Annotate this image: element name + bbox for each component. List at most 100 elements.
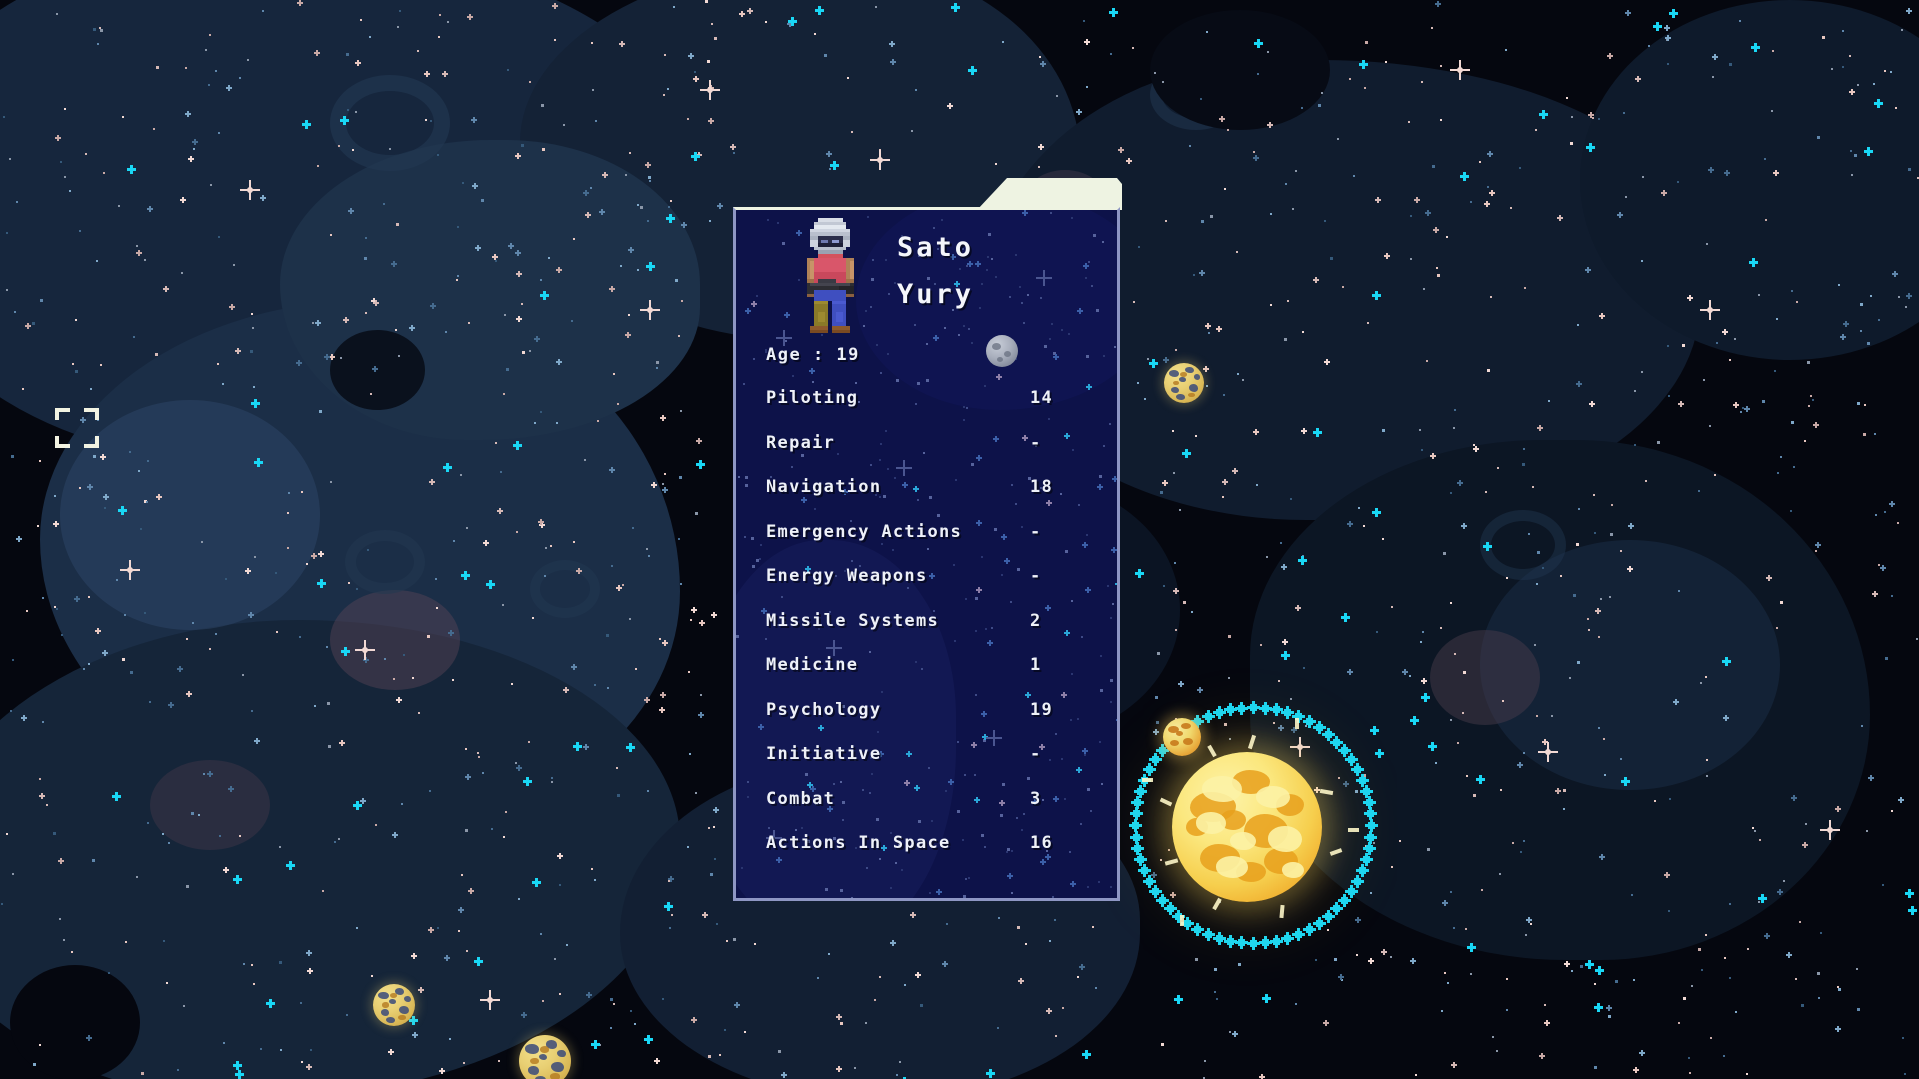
- star: [1384, 253, 1390, 259]
- star: [515, 153, 521, 159]
- star: [1897, 522, 1899, 524]
- star: [1840, 334, 1846, 340]
- star: [1157, 652, 1160, 655]
- star: [1315, 959, 1317, 961]
- star: [458, 930, 460, 932]
- star: [573, 541, 575, 543]
- sprite-pixel: [832, 300, 847, 305]
- star: [1714, 474, 1716, 476]
- star: [821, 334, 823, 336]
- star: [573, 742, 582, 751]
- star: [1706, 243, 1708, 245]
- star: [343, 317, 349, 323]
- star: [563, 687, 569, 693]
- star: [1414, 197, 1420, 203]
- star: [1908, 906, 1917, 915]
- star: [1786, 952, 1792, 958]
- star: [1795, 978, 1797, 980]
- star: [437, 154, 439, 156]
- star: [667, 88, 669, 90]
- star: [1382, 538, 1384, 540]
- star: [1382, 429, 1385, 432]
- star: [370, 393, 372, 395]
- star: [1817, 972, 1820, 975]
- star: [247, 59, 249, 61]
- star: [695, 792, 697, 794]
- star: [1160, 491, 1163, 494]
- star: [483, 540, 489, 546]
- sun-highlight: [1202, 776, 1242, 802]
- orbit-dot: [1223, 703, 1237, 717]
- star: [55, 135, 61, 141]
- star: [439, 14, 441, 16]
- orbit-dot: [1351, 763, 1365, 777]
- star: [616, 767, 618, 769]
- fullscreen-expand-icon[interactable]: [55, 408, 99, 448]
- star: [1484, 201, 1490, 207]
- sun-highlight: [1268, 826, 1302, 852]
- star: [1764, 933, 1770, 939]
- star: [1485, 491, 1487, 493]
- star: [1092, 926, 1094, 928]
- star: [138, 470, 140, 472]
- bright-star: [700, 80, 720, 100]
- star: [233, 875, 242, 884]
- star: [1313, 277, 1319, 283]
- orbit-dot: [1359, 784, 1373, 798]
- star: [1102, 241, 1104, 243]
- star: [556, 359, 562, 365]
- star: [968, 66, 977, 75]
- star: [1815, 542, 1821, 548]
- star: [1206, 385, 1208, 387]
- star: [1415, 1074, 1417, 1076]
- star: [389, 148, 391, 150]
- bright-star: [480, 990, 500, 1010]
- star: [1450, 719, 1452, 721]
- star: [1804, 440, 1806, 442]
- planet-patch: [528, 1066, 539, 1075]
- star: [1228, 635, 1231, 638]
- star: [322, 890, 324, 892]
- star: [1359, 60, 1368, 69]
- star: [851, 131, 853, 133]
- star: [1500, 789, 1502, 791]
- star: [188, 156, 194, 162]
- star: [736, 635, 739, 638]
- star: [991, 258, 993, 260]
- star: [1734, 338, 1736, 340]
- star: [356, 927, 358, 929]
- star: [1163, 585, 1165, 587]
- star: [9, 158, 11, 160]
- star: [1576, 543, 1579, 546]
- star: [1023, 322, 1025, 324]
- star: [680, 410, 682, 412]
- star: [418, 987, 424, 993]
- star: [1115, 581, 1117, 587]
- star: [663, 94, 665, 96]
- star: [1817, 136, 1820, 139]
- star: [444, 955, 450, 961]
- skill-row: Missile Systems 2: [766, 611, 1096, 656]
- star: [461, 571, 470, 580]
- star: [219, 835, 221, 837]
- planet-patch: [1172, 380, 1180, 386]
- star: [395, 329, 397, 331]
- star: [1353, 175, 1355, 177]
- star: [1532, 486, 1534, 488]
- orbit-dot: [1312, 917, 1326, 931]
- star: [767, 219, 769, 221]
- star: [622, 584, 624, 586]
- star: [1578, 508, 1580, 510]
- star: [1716, 342, 1718, 344]
- star: [696, 438, 702, 444]
- star: [39, 460, 41, 462]
- star: [207, 771, 213, 777]
- star: [628, 247, 634, 253]
- star: [889, 41, 895, 47]
- star: [1422, 631, 1424, 633]
- star: [315, 320, 321, 326]
- star: [1525, 934, 1527, 936]
- star: [1807, 361, 1810, 364]
- star: [399, 10, 401, 12]
- star: [979, 307, 981, 309]
